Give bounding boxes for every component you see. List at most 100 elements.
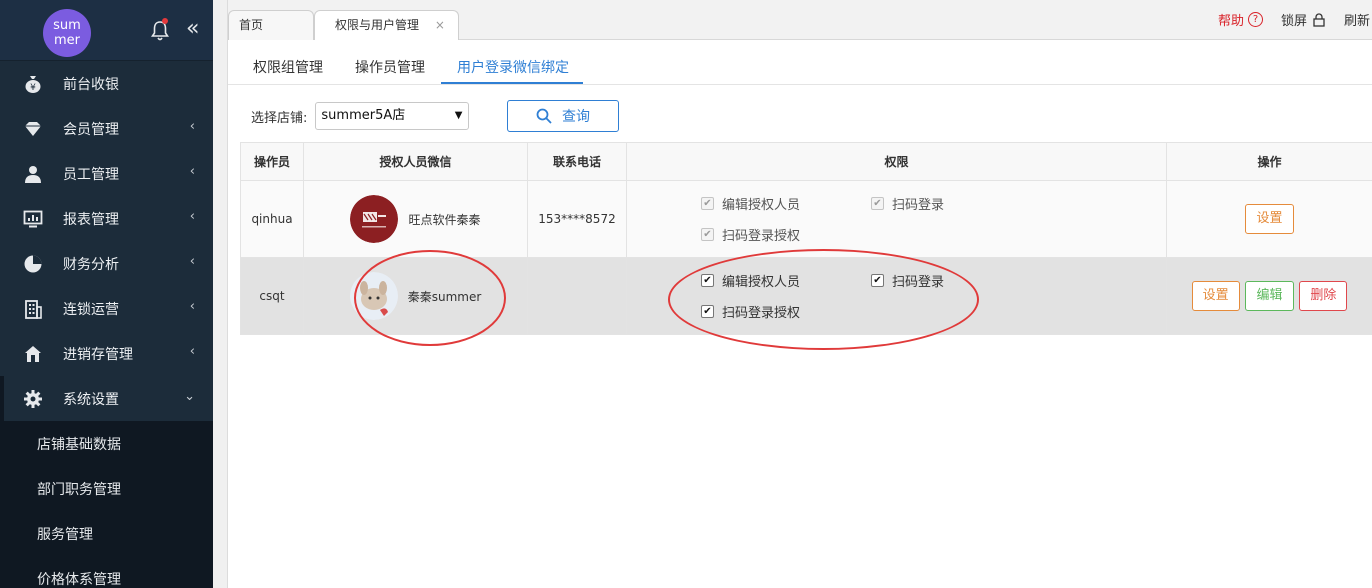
edit-button[interactable]: 编辑 xyxy=(1245,281,1294,311)
checkbox-checked[interactable]: ✔ xyxy=(871,274,884,287)
wechat-name: 旺点软件秦秦 xyxy=(408,212,481,227)
wechat-avatar xyxy=(349,272,398,320)
perm-scan-login-authorize[interactable]: ✔ 扫码登录授权 xyxy=(701,225,871,244)
sidebar-item-finance[interactable]: 财务分析 ‹ xyxy=(0,241,213,286)
actions-cell: 设置 编辑 删除 xyxy=(1166,257,1372,335)
caret-down-icon: ▼ xyxy=(454,110,463,121)
wechat-cell: 旺点软件秦秦 xyxy=(303,180,528,258)
top-tools: 帮助 ? 锁屏 刷新 xyxy=(1218,10,1372,29)
question-icon: ? xyxy=(1247,12,1263,27)
perm-scan-login[interactable]: ✔ 扫码登录 xyxy=(871,271,981,290)
perm-scan-login-authorize[interactable]: ✔ 扫码登录授权 xyxy=(701,302,871,321)
table-row: qinhua 旺点软件秦秦 153****8572 ✔ 编辑授权人员 ✔ 扫码登… xyxy=(240,180,1372,258)
sidebar-item-reports[interactable]: 报表管理 ‹ xyxy=(0,196,213,241)
settings-button[interactable]: 设置 xyxy=(1245,204,1294,234)
wechat-avatar xyxy=(350,195,399,243)
bell-icon[interactable] xyxy=(150,20,170,42)
submenu-accent-bar xyxy=(0,376,4,588)
pie-chart-icon xyxy=(23,254,43,274)
chevron-left-icon: ‹ xyxy=(189,209,195,224)
collapse-sidebar-icon[interactable]: « xyxy=(186,16,199,41)
sidebar-item-staff[interactable]: 员工管理 ‹ xyxy=(0,151,213,196)
diamond-icon xyxy=(23,119,43,139)
tab-label: 权限与用户管理 xyxy=(335,18,420,32)
user-avatar[interactable]: sum mer xyxy=(43,9,91,57)
gear-icon xyxy=(23,389,43,409)
table-header-row: 操作员 授权人员微信 联系电话 权限 操作 xyxy=(240,142,1372,181)
user-icon xyxy=(23,164,43,184)
sidebar-item-inventory[interactable]: 进销存管理 ‹ xyxy=(0,331,213,376)
subtabs: 权限组管理 操作员管理 用户登录微信绑定 xyxy=(228,41,1372,85)
operator-cell: csqt xyxy=(240,257,304,335)
chevron-left-icon: ‹ xyxy=(189,164,195,179)
chevron-left-icon: ‹ xyxy=(189,119,195,134)
subtab-permission-groups[interactable]: 权限组管理 xyxy=(253,57,323,77)
perm-label: 扫码登录 xyxy=(892,198,945,213)
sidebar-menu: ¥ 前台收银 会员管理 ‹ 员工管理 ‹ 报表管理 ‹ 财务分析 ‹ 连锁运营 … xyxy=(0,61,213,421)
checkbox-checked[interactable]: ✔ xyxy=(701,305,714,318)
sidebar-item-label: 财务分析 xyxy=(63,256,119,273)
chevron-down-icon: ⌄ xyxy=(184,389,195,404)
lock-screen-button[interactable]: 锁屏 xyxy=(1281,10,1326,29)
sidebar-item-label: 会员管理 xyxy=(63,121,119,138)
perm-scan-login[interactable]: ✔ 扫码登录 xyxy=(871,194,981,213)
subtab-operators[interactable]: 操作员管理 xyxy=(355,57,425,77)
submenu-item-departments[interactable]: 部门职务管理 xyxy=(0,466,213,511)
checkbox-checked[interactable]: ✔ xyxy=(871,197,884,210)
column-header: 操作员 xyxy=(240,142,304,181)
column-header: 操作 xyxy=(1166,142,1372,181)
perm-label: 扫码登录授权 xyxy=(722,306,801,321)
actions-cell: 设置 xyxy=(1166,180,1372,258)
search-icon xyxy=(536,108,552,124)
avatar-text: sum mer xyxy=(53,18,81,48)
perm-edit-authorized[interactable]: ✔ 编辑授权人员 xyxy=(701,271,871,290)
subtab-wechat-binding[interactable]: 用户登录微信绑定 xyxy=(457,57,569,77)
tab-bar: 首页 权限与用户管理 × 帮助 ? 锁屏 刷新 xyxy=(228,0,1372,40)
sidebar-gutter xyxy=(213,0,228,588)
checkbox-checked[interactable]: ✔ xyxy=(701,274,714,287)
perm-edit-authorized[interactable]: ✔ 编辑授权人员 xyxy=(701,194,871,213)
tab-label: 首页 xyxy=(239,18,264,32)
sidebar-item-members[interactable]: 会员管理 ‹ xyxy=(0,106,213,151)
submenu-item-price-system[interactable]: 价格体系管理 xyxy=(0,556,213,588)
tab-permissions-users[interactable]: 权限与用户管理 × xyxy=(314,10,459,40)
store-select[interactable]: summer5A店 ▼ xyxy=(315,102,470,130)
sidebar-header: sum mer « xyxy=(0,0,213,61)
wechat-name: 秦秦summer xyxy=(407,289,482,304)
chevron-left-icon: ‹ xyxy=(189,299,195,314)
sidebar-item-system-settings[interactable]: 系统设置 ⌄ xyxy=(0,376,213,421)
close-icon[interactable]: × xyxy=(435,18,445,32)
lock-icon xyxy=(1313,12,1325,27)
sidebar-item-chain[interactable]: 连锁运营 ‹ xyxy=(0,286,213,331)
submenu-item-store-data[interactable]: 店铺基础数据 xyxy=(0,421,213,466)
checkbox-checked[interactable]: ✔ xyxy=(701,228,714,241)
submenu-item-services[interactable]: 服务管理 xyxy=(0,511,213,556)
refresh-button[interactable]: 刷新 xyxy=(1344,10,1372,29)
building-icon xyxy=(23,299,43,319)
sidebar-item-label: 系统设置 xyxy=(63,391,119,408)
chevron-left-icon: ‹ xyxy=(189,344,195,359)
settings-button[interactable]: 设置 xyxy=(1191,281,1240,311)
store-select-label: 选择店铺: xyxy=(251,110,308,126)
system-settings-submenu: 店铺基础数据 部门职务管理 服务管理 价格体系管理 xyxy=(0,421,213,588)
sidebar-item-label: 连锁运营 xyxy=(63,301,119,318)
sidebar-item-cashier[interactable]: ¥ 前台收银 xyxy=(0,61,213,106)
perm-label: 扫码登录授权 xyxy=(722,229,801,244)
main-content: 权限组管理 操作员管理 用户登录微信绑定 选择店铺: summer5A店 ▼ 查… xyxy=(228,41,1372,588)
filter-row: 选择店铺: summer5A店 ▼ xyxy=(251,100,470,132)
sidebar-item-label: 员工管理 xyxy=(63,166,119,183)
sidebar-item-label: 进销存管理 xyxy=(63,346,133,363)
query-button[interactable]: 查询 xyxy=(507,100,619,132)
table-row: csqt 秦秦summer ✔ 编辑授权人员 ✔ 扫码登录 ✔ 扫码登录授权 设… xyxy=(240,257,1372,335)
delete-button[interactable]: 删除 xyxy=(1299,281,1348,311)
help-button[interactable]: 帮助 ? xyxy=(1218,10,1263,29)
sidebar: sum mer « ¥ 前台收银 会员管理 ‹ 员工管理 ‹ 报表管理 ‹ 财务… xyxy=(0,0,213,588)
lock-label: 锁屏 xyxy=(1280,14,1307,29)
checkbox-checked[interactable]: ✔ xyxy=(701,197,714,210)
query-label: 查询 xyxy=(562,109,590,125)
tab-home[interactable]: 首页 xyxy=(228,10,314,40)
perm-label: 扫码登录 xyxy=(892,275,945,290)
column-header: 联系电话 xyxy=(527,142,627,181)
monitor-chart-icon xyxy=(23,209,43,229)
phone-cell: 153****8572 xyxy=(527,180,627,258)
